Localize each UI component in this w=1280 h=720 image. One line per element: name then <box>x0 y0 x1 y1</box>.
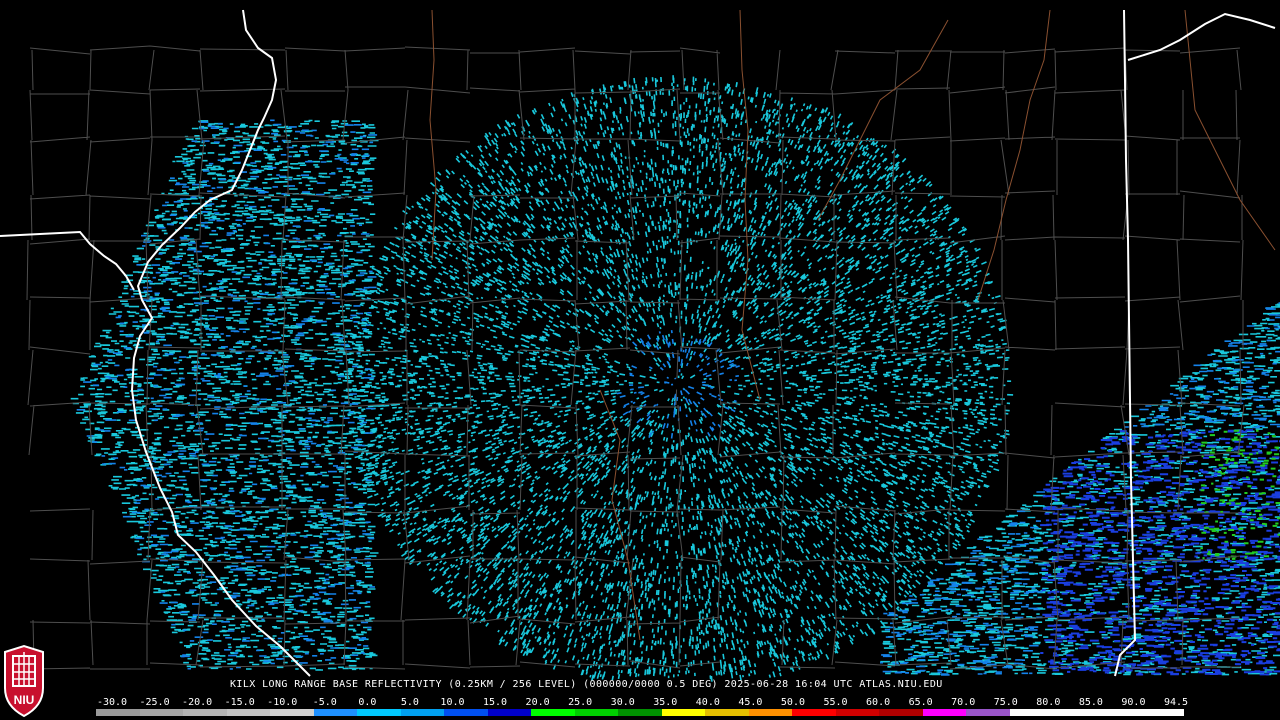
scale-label: 30.0 <box>610 697 635 708</box>
scale-label: 60.0 <box>866 697 891 708</box>
scale-swatch <box>531 709 575 716</box>
color-scale-bar <box>96 709 1184 716</box>
scale-swatch <box>357 709 401 716</box>
scale-swatch <box>618 709 662 716</box>
scale-swatch <box>1096 709 1141 716</box>
scale-label: 20.0 <box>525 697 550 708</box>
scale-swatch <box>270 709 314 716</box>
scale-swatch <box>835 709 880 716</box>
scale-label: 75.0 <box>993 697 1018 708</box>
scale-swatch <box>661 709 706 716</box>
scale-swatch <box>313 709 358 716</box>
scale-label: 15.0 <box>482 697 508 708</box>
scale-label: 85.0 <box>1078 697 1103 708</box>
scale-label: 80.0 <box>1036 697 1061 708</box>
scale-label: -10.0 <box>267 697 298 708</box>
scale-swatch <box>96 709 140 716</box>
scale-swatch <box>139 709 184 716</box>
scale-label: 0.0 <box>358 697 377 708</box>
scale-swatch <box>183 709 227 716</box>
scale-swatch <box>1140 709 1184 716</box>
scale-swatch <box>879 709 923 716</box>
scale-label: 25.0 <box>568 697 593 708</box>
scale-swatch <box>705 709 749 716</box>
scale-label: 10.0 <box>440 697 465 708</box>
scale-label: 50.0 <box>780 697 805 708</box>
scale-label: 40.0 <box>695 697 720 708</box>
scale-swatch <box>792 709 836 716</box>
color-scale-labels: -30.0 -25.0 -20.0 -15.0 -10.0 -5.0 0.0 5.0 10.0 1… <box>0 697 1280 709</box>
scale-label: -5.0 <box>312 697 337 708</box>
scale-label: 90.0 <box>1121 697 1146 708</box>
scale-swatch <box>748 709 793 716</box>
scale-swatch <box>966 709 1010 716</box>
scale-swatch <box>1009 709 1054 716</box>
scale-swatch <box>1053 709 1097 716</box>
scale-label: -20.0 <box>182 697 213 708</box>
radar-site-marker <box>673 378 685 390</box>
scale-swatch <box>574 709 619 716</box>
scale-swatch <box>226 709 271 716</box>
scale-label: 5.0 <box>400 697 419 708</box>
scale-label: 65.0 <box>908 697 933 708</box>
scale-label: -15.0 <box>224 697 255 708</box>
scale-swatch <box>444 709 488 716</box>
scale-label: 55.0 <box>823 697 848 708</box>
radar-map <box>0 0 1280 720</box>
scale-swatch <box>400 709 445 716</box>
scale-label: -25.0 <box>139 697 170 708</box>
scale-swatch <box>487 709 532 716</box>
product-caption: KILX LONG RANGE BASE REFLECTIVITY (0.25K… <box>230 679 943 690</box>
scale-label: 35.0 <box>653 697 678 708</box>
scale-label: 94.5 <box>1163 697 1189 708</box>
scale-swatch <box>922 709 967 716</box>
scale-label: -30.0 <box>96 697 128 708</box>
scale-label: 70.0 <box>951 697 976 708</box>
scale-label: 45.0 <box>738 697 763 708</box>
